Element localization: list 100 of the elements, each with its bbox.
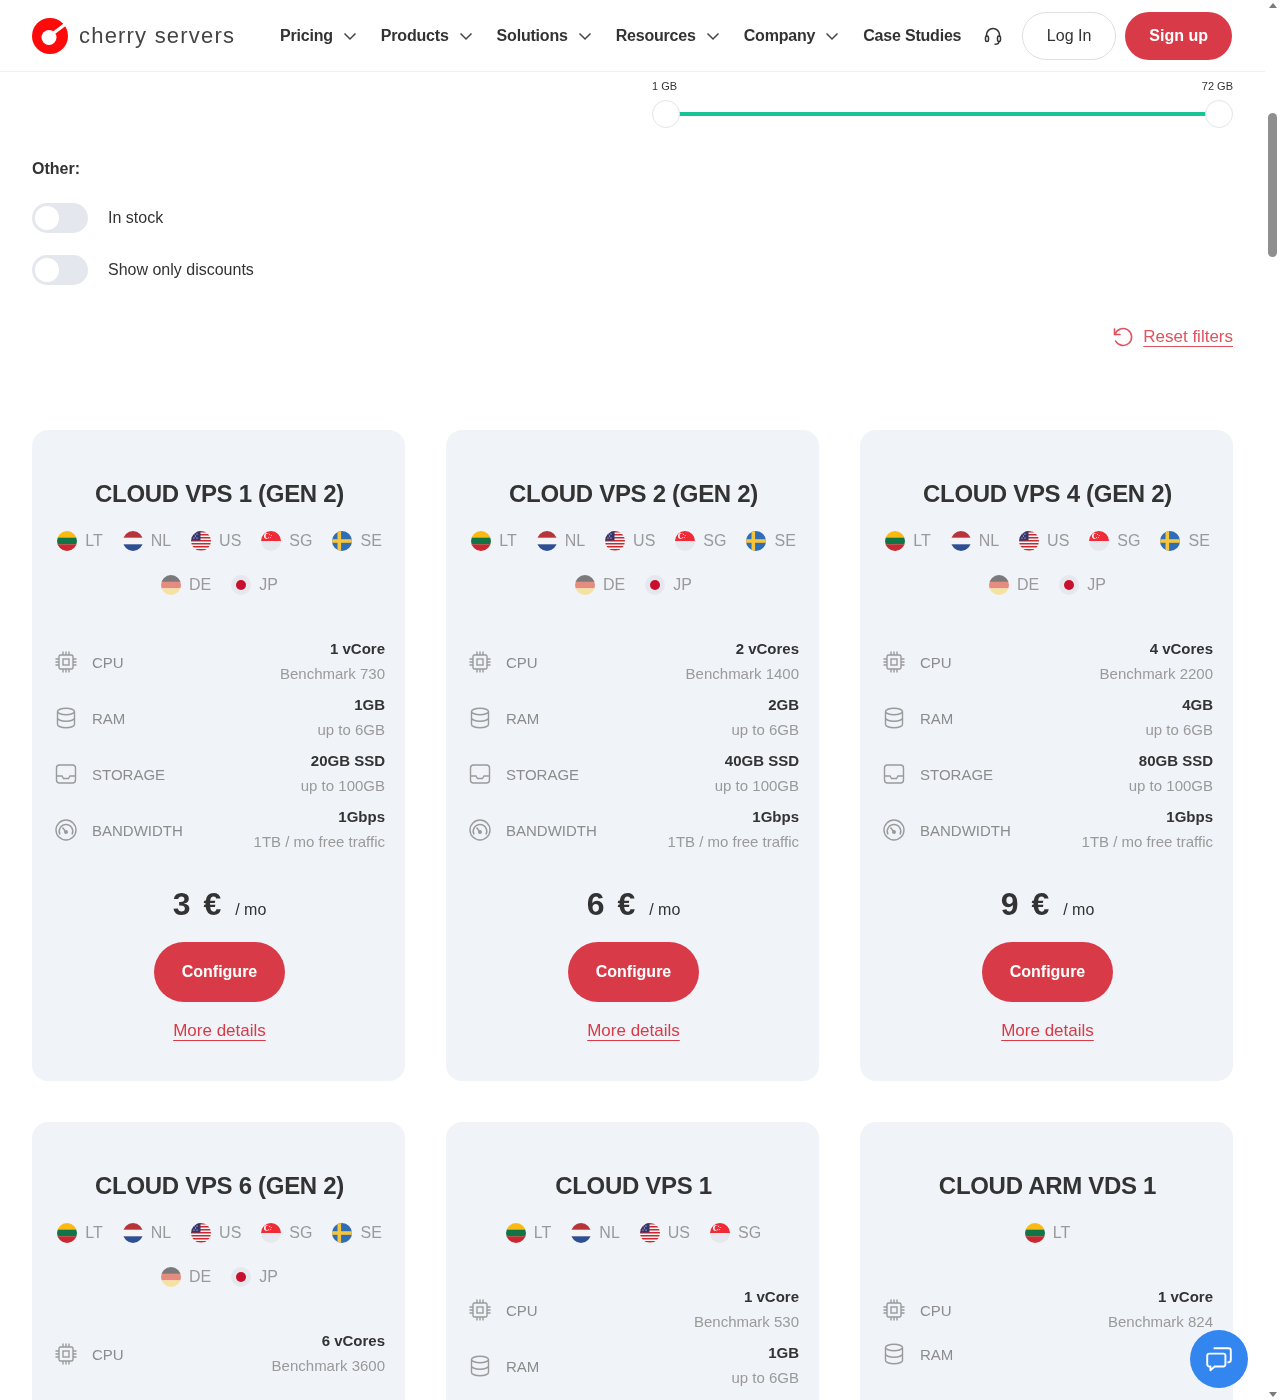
nav-menu-item[interactable]: Products — [380, 26, 473, 45]
netherlands-flag-icon — [571, 1223, 592, 1243]
price-amount: 3 € — [172, 885, 224, 924]
singapore-flag-icon — [261, 1223, 282, 1243]
spec-value: 1Gbps — [751, 807, 799, 827]
spec-label: CPU — [920, 1301, 952, 1319]
spec-value: 4GB — [1181, 695, 1213, 715]
nav-menu-item[interactable]: Pricing — [280, 26, 357, 45]
spec-value: 1Gbps — [337, 807, 385, 827]
chip-icon — [468, 1298, 492, 1322]
slider-min-label: 1 GB — [652, 79, 678, 93]
slider-handle[interactable] — [1205, 100, 1233, 128]
location-code: LT — [533, 1223, 552, 1243]
location-code: JP — [259, 575, 278, 595]
location-code: DE — [189, 575, 212, 595]
more-details-link[interactable]: More details — [173, 1019, 266, 1043]
sweden-flag-icon — [746, 531, 767, 551]
plan-title: CLOUD VPS 4 (GEN 2) — [922, 480, 1173, 508]
location-code: SG — [738, 1223, 762, 1243]
scrollbar-thumb[interactable] — [1268, 113, 1277, 257]
location-code: NL — [599, 1223, 620, 1243]
spec-value: 6 vCores — [320, 1331, 385, 1351]
logo-icon[interactable] — [32, 17, 68, 54]
plan-title: CLOUD VPS 1 (GEN 2) — [94, 480, 345, 508]
lithuania-flag-icon — [1024, 1223, 1045, 1243]
chat-icon — [1204, 1344, 1234, 1374]
slider-track[interactable] — [652, 100, 1233, 128]
scroll-down-arrow-icon[interactable] — [1268, 1392, 1277, 1397]
location-code: US — [633, 531, 656, 551]
slider-handle[interactable] — [652, 100, 680, 128]
section-heading: Other: — [32, 159, 81, 179]
price-period: / mo — [235, 901, 267, 919]
singapore-flag-icon — [710, 1223, 730, 1243]
nav-menu-item[interactable]: Case Studies — [863, 26, 962, 45]
location-code: NL — [978, 531, 1000, 551]
reset-filters-link[interactable]: Reset filters — [1143, 325, 1233, 349]
price-amount: 6 € — [586, 885, 638, 924]
price-period: / mo — [1063, 901, 1095, 919]
database-icon — [468, 1354, 492, 1378]
spec-value: 1 vCore — [1156, 1287, 1213, 1307]
chip-icon — [54, 1342, 78, 1366]
location-code: US — [667, 1223, 690, 1243]
spec-value: 80GB SSD — [1137, 751, 1213, 771]
spec-detail: up to 100GB — [714, 776, 799, 796]
configure-button[interactable]: Configure — [568, 942, 699, 1002]
more-details-link[interactable]: More details — [587, 1019, 680, 1043]
toggle-switch[interactable] — [32, 255, 88, 285]
configure-button[interactable]: Configure — [982, 942, 1113, 1002]
location-code: NL — [150, 1223, 172, 1243]
slider-max-label: 72 GB — [1201, 79, 1233, 93]
spec-detail: up to 6GB — [731, 720, 799, 740]
location-code: DE — [603, 575, 626, 595]
lithuania-flag-icon — [505, 1223, 526, 1243]
chip-icon — [54, 650, 78, 674]
plan-title: CLOUD VPS 1 — [554, 1172, 713, 1200]
headset-icon[interactable] — [982, 25, 1003, 46]
more-details-link[interactable]: More details — [1001, 1019, 1094, 1043]
location-code: NL — [150, 531, 172, 551]
location-code: LT — [1052, 1223, 1071, 1243]
nav-menu-item[interactable]: Company — [743, 26, 840, 45]
spec-label: BANDWIDTH — [920, 821, 1011, 839]
spec-value: 4 vCores — [1148, 639, 1213, 659]
tray-icon — [54, 762, 78, 786]
configure-button[interactable]: Configure — [154, 942, 285, 1002]
spec-detail: up to 100GB — [300, 776, 385, 796]
location-code: US — [1047, 531, 1070, 551]
spec-label: RAM — [506, 709, 540, 727]
spec-detail: 1TB / mo free traffic — [667, 832, 799, 852]
united-states-flag-icon — [191, 531, 212, 551]
lithuania-flag-icon — [57, 531, 78, 551]
spec-detail: up to 6GB — [317, 720, 385, 740]
united-states-flag-icon — [1019, 531, 1040, 551]
lithuania-flag-icon — [471, 531, 492, 551]
scroll-up-arrow-icon[interactable] — [1268, 3, 1277, 8]
spec-value: 1Gbps — [1165, 807, 1213, 827]
nav-menu-item[interactable]: Solutions — [496, 26, 592, 45]
spec-label: BANDWIDTH — [506, 821, 597, 839]
spec-detail: Benchmark 730 — [279, 664, 385, 684]
singapore-flag-icon — [675, 531, 696, 551]
gauge-icon — [882, 818, 906, 842]
chip-icon — [882, 650, 906, 674]
tray-icon — [468, 762, 492, 786]
united-states-flag-icon — [605, 531, 626, 551]
location-code: LT — [85, 1223, 103, 1243]
lithuania-flag-icon — [885, 531, 906, 551]
database-icon — [882, 1342, 906, 1366]
login-button[interactable]: Log In — [1021, 11, 1117, 60]
database-icon — [54, 706, 78, 730]
chip-icon — [468, 650, 492, 674]
toggle-switch[interactable] — [32, 203, 88, 233]
location-code: US — [219, 531, 242, 551]
spec-label: CPU — [920, 653, 952, 671]
spec-label: RAM — [506, 1357, 540, 1375]
logo-text[interactable]: cherry servers — [79, 22, 236, 49]
signup-button[interactable]: Sign up — [1125, 11, 1232, 60]
nav-menu-item[interactable]: Resources — [615, 26, 720, 45]
japan-flag-icon — [1059, 575, 1080, 595]
location-code: JP — [673, 575, 692, 595]
spec-label: RAM — [920, 1345, 954, 1363]
netherlands-flag-icon — [950, 531, 971, 551]
